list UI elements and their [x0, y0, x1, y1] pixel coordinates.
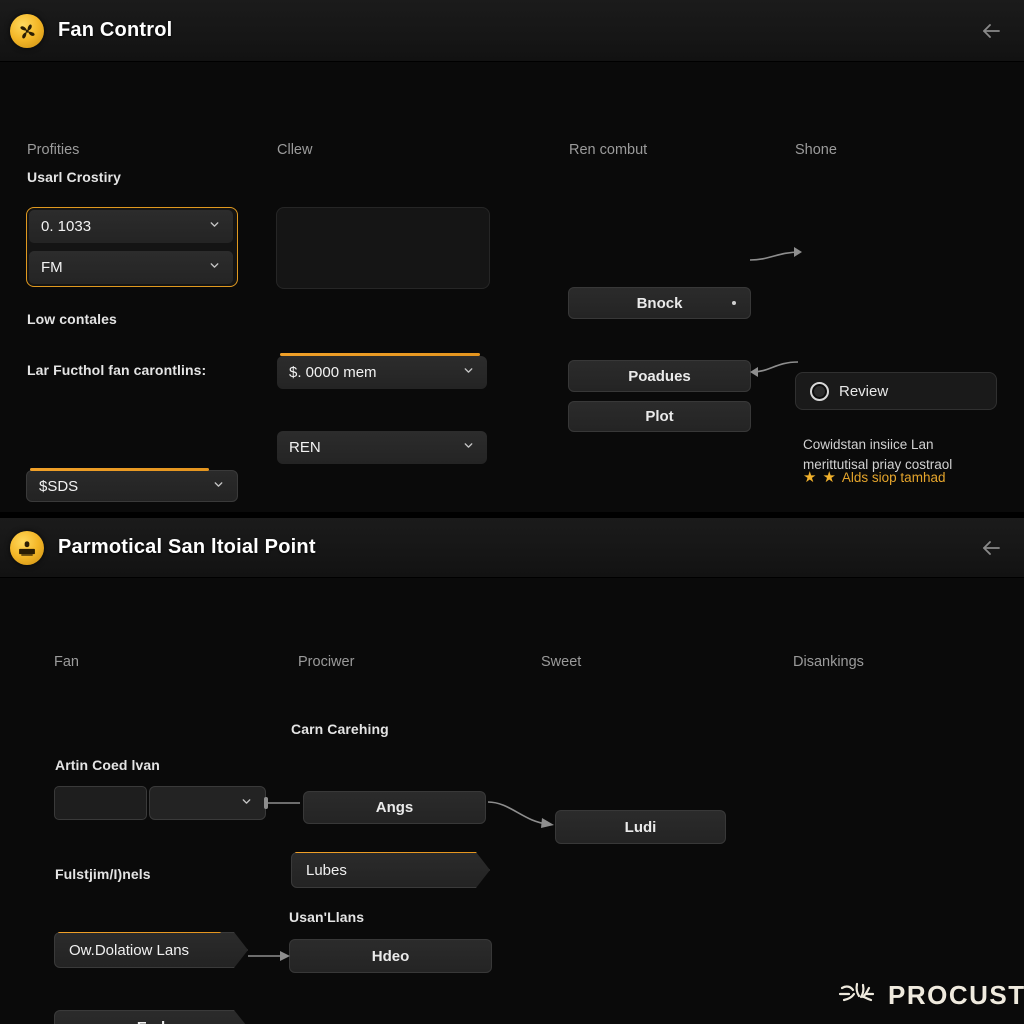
button-poadues[interactable]: Poadues [568, 360, 751, 392]
tag-end[interactable]: End [54, 1010, 248, 1024]
connector-arrow-5 [487, 801, 554, 828]
column-header-cllew: Cllew [277, 142, 313, 158]
crown-badge-icon [10, 530, 44, 565]
chevron-down-icon [462, 439, 475, 456]
button-poadues-label: Poadues [628, 367, 691, 385]
profile-select-top[interactable]: 0. 1033 [29, 210, 233, 243]
panel2-header: Parmotical San ltoial Point [0, 518, 1024, 578]
node-bnock[interactable]: Bnock [568, 287, 751, 319]
column-header-shone: Shone [795, 142, 837, 158]
button-ludi-label: Ludi [624, 818, 657, 836]
fan-badge-icon [10, 13, 44, 48]
button-angs-label: Angs [375, 799, 414, 816]
panel-fan-control: Fan Control Profities Cllew Ren combut S… [0, 0, 1024, 512]
review-option-label: Review [839, 382, 889, 400]
cllew-select-top-value: $. 0000 mem [289, 364, 377, 381]
chevron-down-icon [462, 364, 475, 381]
back-arrow-icon[interactable] [976, 16, 1006, 46]
chevron-down-icon [208, 259, 221, 276]
profile-select-bottom-value: FM [41, 259, 63, 276]
field-a-value [55, 787, 146, 803]
column-header-fan: Fan [54, 654, 79, 670]
procust-burst-icon [836, 978, 878, 1013]
column-header-ren-combut: Ren combut [569, 142, 648, 158]
column-header-prociwer: Prociwer [298, 654, 355, 670]
field-b-select[interactable] [149, 786, 266, 820]
column-header-profities: Profities [27, 142, 80, 158]
profile-select-top-value: 0. 1033 [41, 218, 92, 235]
profile-select-bottom[interactable]: FM [29, 251, 233, 284]
rating-label: Alds siop tamhad [841, 469, 946, 485]
label-carn-carehing: Carn Carehing [291, 721, 389, 737]
procust-brand: PROCUST [836, 978, 1024, 1013]
page-title: Fan Control [58, 19, 173, 41]
fan-select-1[interactable]: $SDS [26, 468, 238, 502]
button-plot-label: Plot [645, 408, 674, 425]
panel1-header: Fan Control [0, 0, 1024, 62]
tag-ow-dolatiow-lans-label: Ow.Dolatiow Lans [69, 941, 190, 959]
dot-icon [732, 301, 736, 305]
cllew-select-bottom-value: REN [289, 439, 321, 456]
cllew-select-bottom[interactable]: REN [277, 431, 487, 464]
label-low-contales: Low contales [27, 311, 117, 327]
column-header-disankings: Disankings [793, 654, 864, 670]
fan-select-1-value: $SDS [39, 477, 79, 495]
panel-sanitoial-point: Parmotical San ltoial Point Fan Prociwer… [0, 518, 1024, 1024]
tag-ow-dolatiow-lans[interactable]: Ow.Dolatiow Lans [54, 932, 248, 968]
review-note-line1: Cowidstan insiice Lan [803, 437, 934, 452]
procust-wordmark: PROCUST [888, 980, 1024, 1010]
connector-arrow-6 [248, 951, 290, 961]
section-label-usarl-crostiry: Usarl Crostiry [27, 169, 121, 185]
button-hdeo-label: Hdeo [371, 947, 410, 965]
field-a[interactable] [54, 786, 147, 820]
label-fulstjimnels: Fulstjim/I)nels [55, 866, 151, 882]
label-artin-coed-lvan: Artin Coed lvan [55, 757, 160, 773]
tag-lubes[interactable]: Lubes [291, 852, 490, 888]
connector-arrow-1 [749, 247, 802, 261]
chevron-down-icon [208, 218, 221, 235]
back-arrow-icon[interactable] [976, 533, 1006, 563]
chevron-down-icon [212, 478, 225, 495]
chevron-down-icon [240, 795, 253, 812]
label-usan-llans: Usan'Llans [289, 909, 365, 925]
button-plot[interactable]: Plot [568, 401, 751, 432]
node-bnock-label: Bnock [636, 294, 683, 312]
column-header-sweet: Sweet [541, 654, 582, 670]
panel1-body: Profities Cllew Ren combut Shone Usarl C… [0, 62, 1024, 512]
connector-arrow-4 [264, 797, 300, 809]
button-hdeo[interactable]: Hdeo [289, 939, 492, 973]
app-root: Fan Control Profities Cllew Ren combut S… [0, 0, 1024, 1024]
star-icon: ★ [803, 469, 817, 486]
panel2-body: Fan Prociwer Sweet Disankings Artin Coed… [0, 578, 1024, 1024]
button-angs[interactable]: Angs [303, 791, 486, 824]
label-fan-carontlins: Lar Fucthol fan carontlins: [27, 362, 207, 378]
radio-selected-icon [810, 381, 829, 401]
tag-end-label: End [137, 1019, 165, 1024]
star-icon: ★ [822, 469, 836, 486]
rating-row: ★ ★ Alds siop tamhad [803, 468, 945, 486]
page-title-2: Parmotical San ltoial Point [58, 536, 316, 558]
tag-lubes-label: Lubes [306, 861, 347, 879]
cllew-select-top[interactable]: $. 0000 mem [277, 353, 487, 389]
review-option[interactable]: Review [795, 372, 997, 410]
button-ludi[interactable]: Ludi [555, 810, 726, 844]
profile-select-group: 0. 1033 FM [26, 207, 238, 287]
cllew-select-group [276, 207, 490, 289]
